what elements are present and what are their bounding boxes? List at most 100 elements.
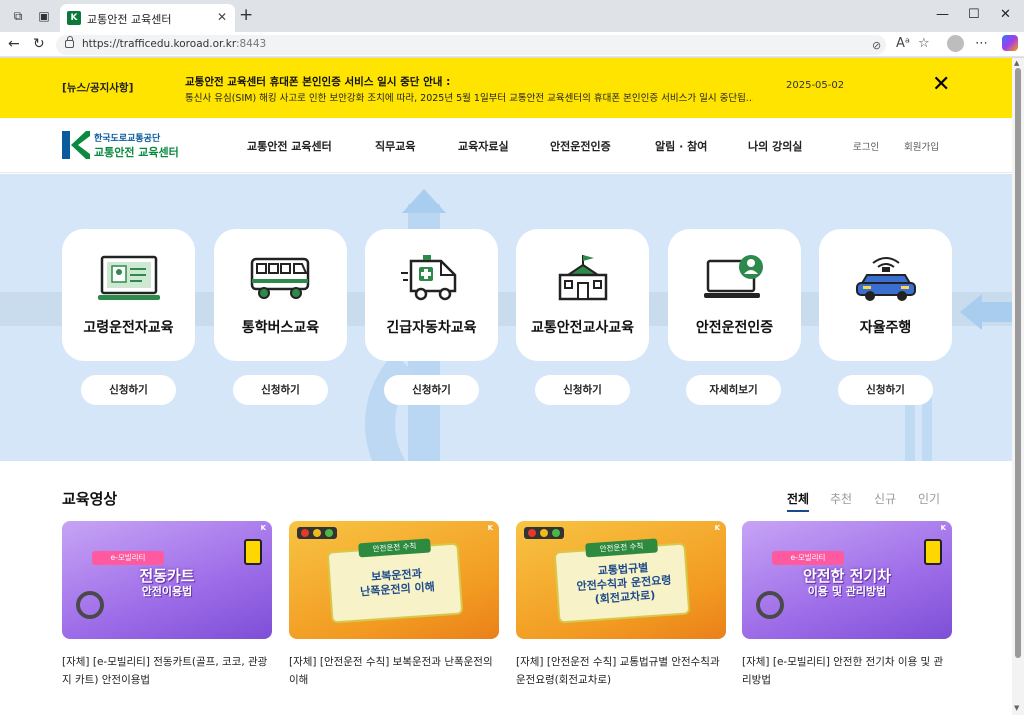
- video-card[interactable]: K 안전운전 수칙 보복운전과 난폭운전의 이해 [자체] [안전운전 수칙] …: [289, 521, 499, 689]
- logo-site-name[interactable]: 교통안전 교육센터: [94, 144, 179, 160]
- chalkboard: 안전운전 수칙 교통법규별 안전수칙과 운전요령 (회전교차로): [553, 538, 691, 624]
- service-card-safe-driving-cert[interactable]: 안전운전인증: [668, 229, 801, 361]
- copilot-icon[interactable]: [1002, 35, 1018, 51]
- profile-avatar[interactable]: [947, 35, 964, 52]
- scroll-down-icon[interactable]: ▼: [1014, 704, 1019, 712]
- service-card-senior-driver[interactable]: 고령운전자교육: [62, 229, 195, 361]
- service-card-safety-teacher[interactable]: 교통안전교사교육: [516, 229, 649, 361]
- browser-tab-bar: ⧉ ▣ K 교통안전 교육센터 ✕ + — ☐ ✕: [0, 0, 1024, 32]
- video-title[interactable]: [자체] [e-모빌리티] 전동카트(골프, 코코, 관광지 카트) 안전이용법: [62, 653, 272, 689]
- service-label: 고령운전자교육: [83, 320, 174, 336]
- road-sign-icon: [924, 539, 942, 565]
- video-card[interactable]: K e-모빌리티 안전한 전기차 이용 및 관리방법 [자체] [e-모빌리티]…: [742, 521, 952, 689]
- tab-actions-icon[interactable]: ▣: [36, 8, 52, 24]
- address-bar-row: ← ↻ https://trafficedu.koroad.or.kr:8443…: [0, 32, 1024, 57]
- wheel-icon: [756, 591, 784, 619]
- nav-materials[interactable]: 교육자료실: [458, 138, 509, 154]
- new-tab-icon[interactable]: +: [239, 6, 253, 24]
- apply-button-school-bus[interactable]: 신청하기: [233, 375, 328, 405]
- service-label: 자율주행: [859, 320, 912, 336]
- scroll-up-icon[interactable]: ▲: [1014, 59, 1019, 67]
- video-card[interactable]: K 안전운전 수칙 교통법규별 안전수칙과 운전요령 (회전교차로) [자체] …: [516, 521, 726, 689]
- favorite-star-icon[interactable]: ☆: [918, 36, 930, 51]
- notice-close-icon[interactable]: ✕: [932, 72, 950, 98]
- arrow-up-decoration: [402, 189, 446, 213]
- nav-edu-center[interactable]: 교통안전 교육센터: [247, 138, 332, 154]
- workspaces-icon[interactable]: ⧉: [10, 8, 26, 24]
- favicon-icon: K: [67, 11, 81, 25]
- autonomous-car-icon: [856, 257, 916, 301]
- thumb-tag: 안전운전 수칙: [585, 538, 658, 558]
- page-scrollbar[interactable]: ▲ ▼: [1012, 58, 1024, 715]
- filter-tab-popular[interactable]: 인기: [918, 490, 940, 507]
- brand-watermark: K: [487, 524, 493, 532]
- filter-tab-new[interactable]: 신규: [874, 490, 896, 507]
- school-building-icon: [558, 255, 608, 301]
- thumb-main-text: 보복운전과 난폭운전의 이해: [359, 567, 436, 599]
- lock-icon[interactable]: [65, 36, 74, 48]
- brand-watermark: K: [940, 524, 946, 532]
- apply-button-emergency-vehicle[interactable]: 신청하기: [384, 375, 479, 405]
- arrow-left-decoration: [960, 294, 982, 330]
- road-sign-icon: [244, 539, 262, 565]
- apply-button-autonomous[interactable]: 신청하기: [838, 375, 933, 405]
- signup-link[interactable]: 회원가입: [904, 139, 939, 153]
- video-title[interactable]: [자체] [안전운전 수칙] 교통법규별 안전수칙과 운전요령(회전교차로): [516, 653, 726, 689]
- traffic-light-icon: [297, 527, 337, 539]
- videos-section-title: 교육영상: [62, 490, 118, 508]
- close-tab-icon[interactable]: ✕: [217, 10, 227, 24]
- minimize-icon[interactable]: —: [936, 7, 949, 22]
- service-card-emergency-vehicle[interactable]: 긴급자동차교육: [365, 229, 498, 361]
- window-close-icon[interactable]: ✕: [1000, 7, 1011, 22]
- logo-org-name[interactable]: 한국도로교통공단: [94, 131, 160, 144]
- video-thumbnail[interactable]: K e-모빌리티 안전한 전기차 이용 및 관리방법: [742, 521, 952, 639]
- nav-my-classroom[interactable]: 나의 강의실: [748, 138, 802, 154]
- url-text: https://trafficedu.koroad.or.kr:8443: [82, 38, 267, 50]
- hero-section: 고령운전자교육 신청하기 통학버스교육 신청하기 긴급자동차교육 신청하기 교통…: [0, 174, 1012, 461]
- video-thumbnail[interactable]: K 안전운전 수칙 보복운전과 난폭운전의 이해: [289, 521, 499, 639]
- notice-body[interactable]: 통신사 유심(SIM) 해킹 사고로 인한 보안강화 조치에 따라, 2025년…: [185, 90, 753, 104]
- chalkboard: 안전운전 수칙 보복운전과 난폭운전의 이해: [326, 538, 464, 624]
- url-input[interactable]: https://trafficedu.koroad.or.kr:8443 ⊘: [56, 35, 886, 55]
- service-label: 통학버스교육: [241, 320, 320, 336]
- video-thumbnail[interactable]: K 안전운전 수칙 교통법규별 안전수칙과 운전요령 (회전교차로): [516, 521, 726, 639]
- page-viewport: [뉴스/공지사항] 교통안전 교육센터 휴대폰 본인인증 서비스 일시 중단 안…: [0, 58, 1012, 715]
- tab-title: 교통안전 교육센터: [87, 13, 172, 26]
- apply-button-safety-teacher[interactable]: 신청하기: [535, 375, 630, 405]
- nav-job-training[interactable]: 직무교육: [375, 138, 415, 154]
- apply-button-senior-driver[interactable]: 신청하기: [81, 375, 176, 405]
- video-card[interactable]: K e-모빌리티 전동카트 안전이용법 [자체] [e-모빌리티] 전동카트(골…: [62, 521, 272, 689]
- nav-notice-participate[interactable]: 알림 · 참여: [655, 138, 707, 154]
- stripe-decoration: [922, 394, 932, 461]
- service-card-school-bus[interactable]: 통학버스교육: [214, 229, 347, 361]
- brand-watermark: K: [260, 524, 266, 532]
- laptop-user-icon: [704, 255, 763, 298]
- video-title[interactable]: [자체] [e-모빌리티] 안전한 전기차 이용 및 관리방법: [742, 653, 952, 689]
- notice-banner[interactable]: [뉴스/공지사항] 교통안전 교육센터 휴대폰 본인인증 서비스 일시 중단 안…: [0, 58, 1012, 118]
- read-aloud-icon[interactable]: Aᵃ: [896, 36, 910, 51]
- site-header: 한국도로교통공단 교통안전 교육센터 교통안전 교육센터 직무교육 교육자료실 …: [0, 118, 1012, 173]
- nav-safe-driving-cert[interactable]: 안전운전인증: [550, 138, 611, 154]
- ambulance-icon: [401, 255, 457, 301]
- scrollbar-thumb[interactable]: [1015, 68, 1021, 658]
- thumb-main-text: 교통법규별 안전수칙과 운전요령 (회전교차로): [576, 561, 672, 606]
- koroad-logo-icon[interactable]: [62, 131, 90, 159]
- video-title[interactable]: [자체] [안전운전 수칙] 보복운전과 난폭운전의 이해: [289, 653, 499, 689]
- filter-tab-recommended[interactable]: 추천: [830, 490, 852, 507]
- browser-tab[interactable]: K 교통안전 교육센터 ✕: [60, 4, 235, 32]
- more-menu-icon[interactable]: ⋯: [975, 36, 988, 51]
- notice-date: 2025-05-02: [786, 80, 845, 91]
- filter-tab-all[interactable]: 전체: [787, 490, 810, 512]
- wheel-icon: [76, 591, 104, 619]
- refresh-icon[interactable]: ↻: [33, 36, 45, 52]
- notice-title[interactable]: 교통안전 교육센터 휴대폰 본인인증 서비스 일시 중단 안내 :: [185, 74, 450, 89]
- video-thumbnail[interactable]: K e-모빌리티 전동카트 안전이용법: [62, 521, 272, 639]
- detail-button-safe-driving-cert[interactable]: 자세히보기: [686, 375, 781, 405]
- service-label: 안전운전인증: [695, 320, 774, 336]
- login-link[interactable]: 로그인: [853, 139, 879, 153]
- maximize-icon[interactable]: ☐: [968, 7, 980, 22]
- service-card-autonomous[interactable]: 자율주행: [819, 229, 952, 361]
- tracking-icon[interactable]: ⊘: [872, 39, 881, 52]
- traffic-light-icon: [524, 527, 564, 539]
- back-icon[interactable]: ←: [8, 36, 20, 52]
